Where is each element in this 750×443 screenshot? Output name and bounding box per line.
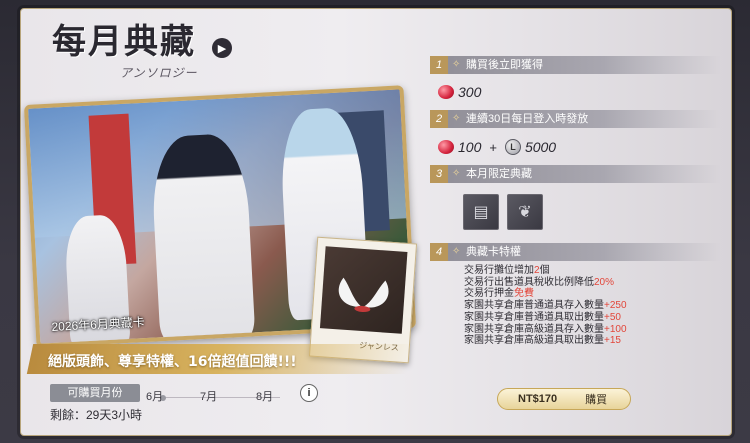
section-title: 本月限定典藏 bbox=[466, 168, 532, 180]
section-title: 購買後立即獲得 bbox=[466, 59, 543, 71]
perk-item: 家園共享倉庫普通道具存入數量+250 bbox=[464, 300, 627, 312]
section-number: 4 bbox=[430, 243, 448, 261]
perk-item: 交易行出售道具稅收比例降低20% bbox=[464, 276, 615, 288]
perk-list: 交易行攤位增加2個 交易行出售道具稅收比例降低20% 交易行押金免費 家園共享倉… bbox=[464, 265, 627, 347]
diamond-icon: ✧ bbox=[452, 246, 461, 257]
section-number: 3 bbox=[430, 165, 448, 183]
section-header-1: 1 ✧ 購買後立即獲得 bbox=[430, 56, 720, 74]
perk-item: 家園共享倉庫高級道具存入數量+100 bbox=[464, 323, 627, 335]
section-header-3: 3 ✧ 本月限定典藏 bbox=[430, 165, 720, 183]
section-title: 連續30日每日登入時發放 bbox=[466, 113, 589, 125]
section-header-2: 2 ✧ 連續30日每日登入時發放 bbox=[430, 110, 720, 128]
reward-amount: 300 bbox=[458, 84, 482, 100]
perk-item: 家園共享倉庫高級道具取出數量+15 bbox=[464, 335, 621, 347]
section-number: 2 bbox=[430, 110, 448, 128]
reward-amount: 5000 bbox=[524, 139, 557, 155]
month-option[interactable]: 6月 bbox=[146, 388, 163, 404]
card-label: 2026年6月典藏卡 bbox=[51, 315, 146, 334]
daily-reward: 100 + L 5000 bbox=[438, 139, 556, 155]
video-icon[interactable]: ▶ bbox=[212, 38, 232, 58]
buy-label: 購買 bbox=[585, 394, 608, 406]
reward-amount: 100 bbox=[458, 139, 482, 155]
diamond-icon: ✧ bbox=[452, 168, 461, 179]
gem-icon bbox=[438, 85, 454, 99]
plus-sign: + bbox=[489, 139, 497, 155]
headwear-item-icon[interactable]: ❦ bbox=[507, 194, 543, 230]
buy-button[interactable]: NT$170 購買 bbox=[497, 388, 631, 410]
info-icon[interactable]: i bbox=[300, 384, 318, 402]
page-subtitle: アンソロジー bbox=[120, 66, 198, 80]
buy-price: NT$170 bbox=[518, 393, 558, 405]
perk-item: 交易行攤位增加2個 bbox=[464, 265, 550, 276]
page-title: 每月典藏 bbox=[52, 22, 196, 62]
month-option[interactable]: 7月 bbox=[200, 388, 217, 404]
available-months-label: 可購買月份 bbox=[50, 384, 140, 402]
perk-item: 交易行押金免費 bbox=[464, 288, 534, 300]
month-option[interactable]: 8月 bbox=[256, 388, 273, 404]
immediate-reward: 300 bbox=[438, 84, 481, 100]
gem-icon bbox=[438, 140, 454, 154]
headwear-image bbox=[319, 246, 408, 334]
promo-banner-text: 絕版頭飾、尊享特權、16倍超值回饋!!! bbox=[48, 354, 297, 370]
section-number: 1 bbox=[430, 56, 448, 74]
section-header-4: 4 ✧ 典藏卡特權 bbox=[430, 243, 720, 261]
perk-item: 家園共享倉庫普通道具取出數量+50 bbox=[464, 311, 621, 323]
collection-card-item-icon[interactable]: ▤ bbox=[463, 194, 499, 230]
coin-icon: L bbox=[504, 139, 521, 155]
diamond-icon: ✧ bbox=[452, 113, 461, 124]
section-title: 典藏卡特權 bbox=[466, 246, 521, 258]
diamond-icon: ✧ bbox=[452, 59, 461, 70]
remaining-time: 剩餘：29天3小時 bbox=[50, 408, 143, 422]
